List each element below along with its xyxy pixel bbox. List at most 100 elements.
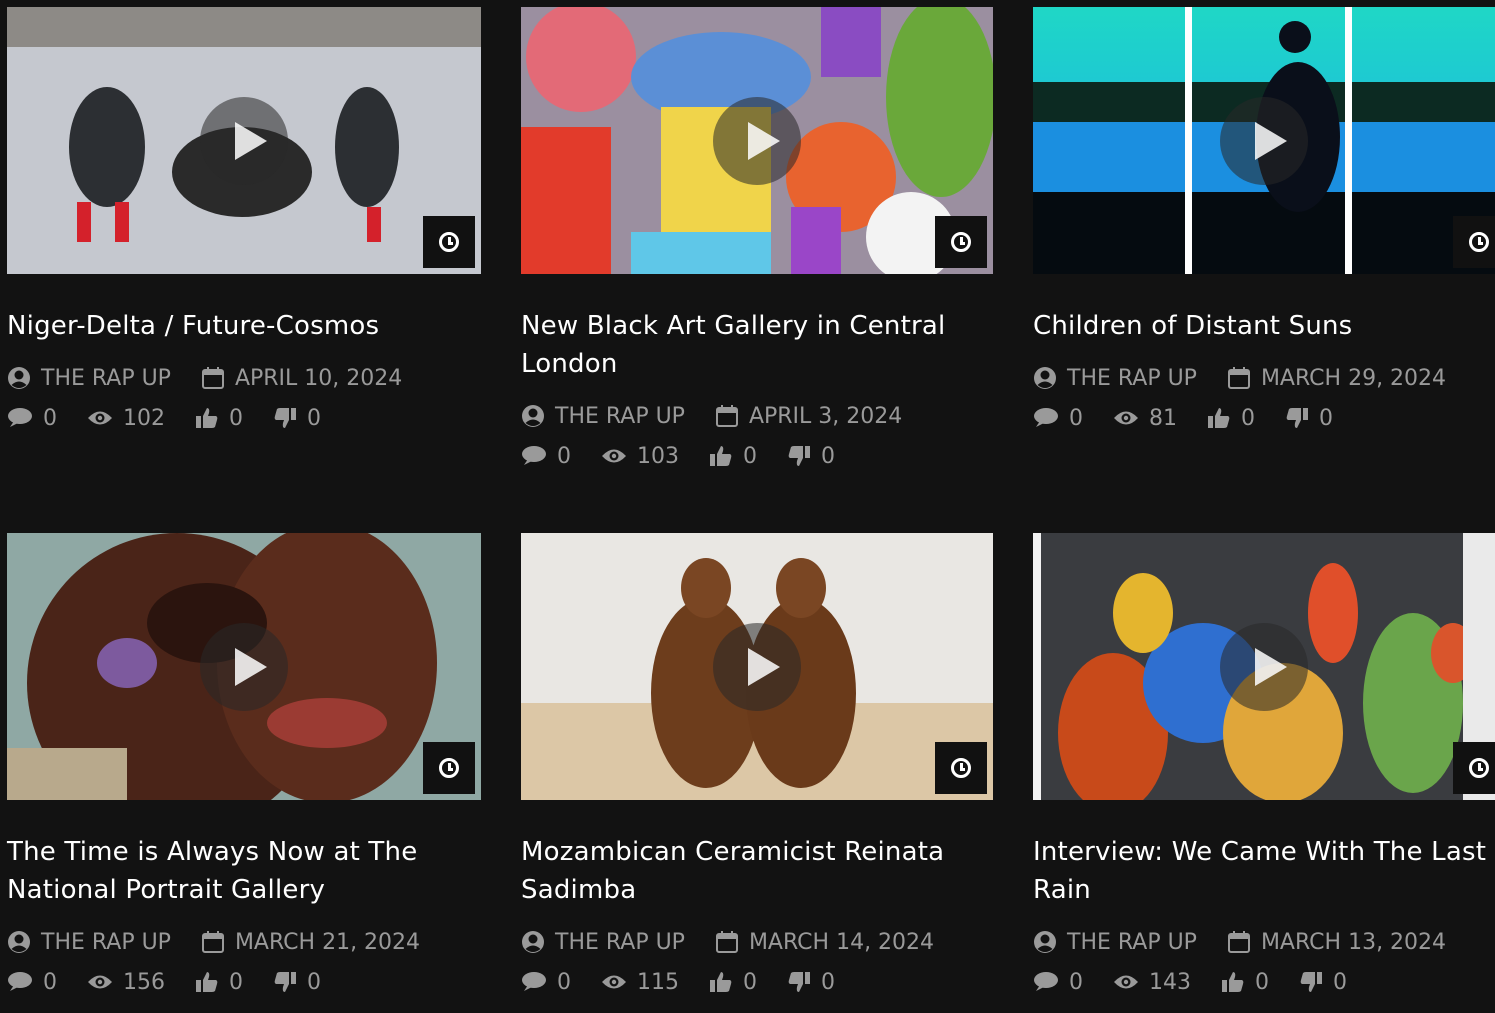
post-title[interactable]: New Black Art Gallery in Central London — [521, 307, 993, 383]
thumbs-up-icon — [195, 971, 219, 993]
view-count: 103 — [601, 444, 679, 469]
like-count-value: 0 — [1255, 969, 1269, 995]
clock-icon — [951, 758, 971, 778]
author-link[interactable]: THE RAP UP — [1033, 930, 1197, 955]
calendar-icon — [1227, 930, 1251, 954]
comment-count: 0 — [7, 406, 57, 431]
like-button[interactable]: 0 — [1221, 970, 1269, 995]
author-name: THE RAP UP — [555, 403, 685, 429]
like-count-value: 0 — [743, 443, 757, 469]
dislike-button[interactable]: 0 — [787, 970, 835, 995]
dislike-button[interactable]: 0 — [787, 444, 835, 469]
post-meta: THE RAP UP MARCH 21, 2024 — [7, 923, 481, 961]
comment-icon — [521, 445, 547, 467]
dislike-button[interactable]: 0 — [273, 970, 321, 995]
thumbs-down-icon — [1299, 971, 1323, 993]
author-link[interactable]: THE RAP UP — [1033, 366, 1197, 391]
play-button[interactable] — [1220, 96, 1308, 185]
eye-icon — [601, 447, 627, 465]
watch-later-button[interactable] — [1453, 216, 1495, 268]
comment-count-value: 0 — [43, 969, 57, 995]
eye-icon — [87, 973, 113, 991]
thumbs-down-icon — [1285, 407, 1309, 429]
post-thumbnail[interactable] — [521, 533, 993, 800]
thumbs-up-icon — [1221, 971, 1245, 993]
view-count: 81 — [1113, 406, 1177, 431]
post-card[interactable]: Interview: We Came With The Last Rain TH… — [1033, 533, 1495, 1001]
comment-count-value: 0 — [1069, 405, 1083, 431]
eye-icon — [601, 973, 627, 991]
play-button[interactable] — [713, 622, 801, 711]
post-card[interactable]: Niger-Delta / Future-Cosmos THE RAP UP A… — [7, 7, 481, 437]
thumbs-down-icon — [273, 971, 297, 993]
post-title[interactable]: Mozambican Ceramicist Reinata Sadimba — [521, 833, 993, 909]
date-text: APRIL 10, 2024 — [234, 365, 403, 391]
thumbs-up-icon — [1207, 407, 1231, 429]
like-button[interactable]: 0 — [1207, 406, 1255, 431]
comment-count: 0 — [1033, 406, 1083, 431]
post-stats: 0 103 0 0 — [521, 437, 993, 475]
calendar-icon — [201, 930, 225, 954]
clock-icon — [439, 758, 459, 778]
dislike-count-value: 0 — [307, 405, 321, 431]
like-button[interactable]: 0 — [195, 406, 243, 431]
dislike-button[interactable]: 0 — [1299, 970, 1347, 995]
view-count: 143 — [1113, 970, 1191, 995]
clock-icon — [1469, 758, 1489, 778]
date-text: MARCH 29, 2024 — [1260, 365, 1447, 391]
post-thumbnail[interactable] — [7, 7, 481, 274]
like-button[interactable]: 0 — [709, 970, 757, 995]
watch-later-button[interactable] — [1453, 742, 1495, 794]
dislike-count-value: 0 — [821, 443, 835, 469]
thumbs-up-icon — [195, 407, 219, 429]
watch-later-button[interactable] — [423, 216, 475, 268]
post-thumbnail[interactable] — [1033, 533, 1495, 800]
author-link[interactable]: THE RAP UP — [521, 930, 685, 955]
dislike-button[interactable]: 0 — [1285, 406, 1333, 431]
author-link[interactable]: THE RAP UP — [7, 930, 171, 955]
play-button[interactable] — [713, 96, 801, 185]
thumbs-up-icon — [709, 971, 733, 993]
post-date: APRIL 3, 2024 — [715, 404, 902, 429]
post-title[interactable]: Children of Distant Suns — [1033, 307, 1495, 345]
date-text: MARCH 21, 2024 — [234, 929, 421, 955]
calendar-icon — [715, 930, 739, 954]
view-count-value: 143 — [1149, 969, 1191, 995]
watch-later-button[interactable] — [935, 742, 987, 794]
post-stats: 0 143 0 0 — [1033, 963, 1495, 1001]
play-button[interactable] — [200, 622, 288, 711]
post-thumbnail[interactable] — [7, 533, 481, 800]
dislike-button[interactable]: 0 — [273, 406, 321, 431]
post-stats: 0 102 0 0 — [7, 399, 481, 437]
like-button[interactable]: 0 — [709, 444, 757, 469]
play-button[interactable] — [200, 96, 288, 185]
like-count-value: 0 — [229, 969, 243, 995]
post-title[interactable]: The Time is Always Now at The National P… — [7, 833, 481, 909]
post-title[interactable]: Niger-Delta / Future-Cosmos — [7, 307, 481, 345]
comment-count: 0 — [521, 444, 571, 469]
watch-later-button[interactable] — [935, 216, 987, 268]
post-date: MARCH 21, 2024 — [201, 930, 420, 955]
post-meta: THE RAP UP APRIL 3, 2024 — [521, 397, 993, 435]
author-link[interactable]: THE RAP UP — [7, 366, 171, 391]
post-card[interactable]: New Black Art Gallery in Central London … — [521, 7, 993, 475]
post-card[interactable]: Children of Distant Suns THE RAP UP MARC… — [1033, 7, 1495, 437]
comment-icon — [7, 971, 33, 993]
like-count-value: 0 — [1241, 405, 1255, 431]
dislike-count-value: 0 — [1319, 405, 1333, 431]
author-link[interactable]: THE RAP UP — [521, 404, 685, 429]
view-count: 102 — [87, 406, 165, 431]
post-thumbnail[interactable] — [521, 7, 993, 274]
play-button[interactable] — [1220, 622, 1308, 711]
post-card[interactable]: The Time is Always Now at The National P… — [7, 533, 481, 1001]
view-count: 115 — [601, 970, 679, 995]
post-meta: THE RAP UP MARCH 29, 2024 — [1033, 359, 1495, 397]
like-button[interactable]: 0 — [195, 970, 243, 995]
author-name: THE RAP UP — [1067, 365, 1197, 391]
post-thumbnail[interactable] — [1033, 7, 1495, 274]
watch-later-button[interactable] — [423, 742, 475, 794]
comment-icon — [1033, 971, 1059, 993]
post-card[interactable]: Mozambican Ceramicist Reinata Sadimba TH… — [521, 533, 993, 1001]
post-title[interactable]: Interview: We Came With The Last Rain — [1033, 833, 1495, 909]
view-count: 156 — [87, 970, 165, 995]
